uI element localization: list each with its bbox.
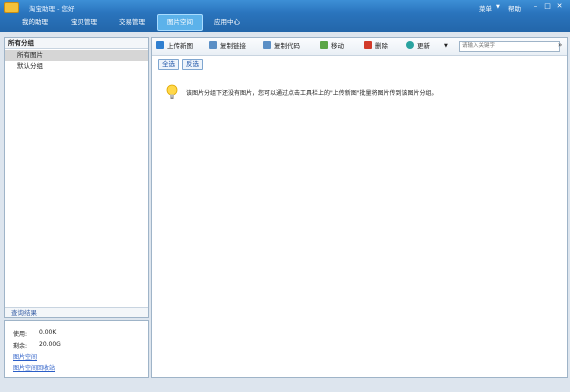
copy-code-label: 复制代码 (274, 42, 300, 50)
minimize-icon[interactable]: – (531, 2, 540, 10)
query-results-tab[interactable]: 查询结果 (5, 307, 148, 317)
move-label: 移动 (331, 42, 344, 50)
window-title: 淘宝助理 - 您好 (29, 5, 75, 13)
refresh-label: 更新 (417, 42, 430, 50)
maximize-icon[interactable]: □ (543, 2, 552, 10)
lightbulb-icon (166, 84, 178, 99)
tab-app-center[interactable]: 应用中心 (206, 15, 248, 30)
group-tree-panel: 所有分组 所有图片 默认分组 查询结果 (4, 37, 149, 318)
upload-label: 上传新图 (167, 42, 193, 50)
help-button[interactable]: 帮助 (508, 3, 521, 13)
copy-link-label: 复制链接 (220, 42, 246, 50)
toolbar-overflow-icon[interactable]: » (558, 41, 562, 49)
tab-trade-management[interactable]: 交易管理 (111, 15, 153, 30)
select-all-button[interactable]: 全选 (158, 59, 179, 70)
upload-button[interactable]: 上传新图 (156, 41, 193, 52)
delete-icon (364, 41, 372, 49)
used-label: 使用: (13, 331, 28, 338)
toolbar: 上传新图 复制链接 复制代码 移动 删除 更新 ▼ » (152, 38, 567, 56)
copy-code-icon (263, 41, 271, 49)
refresh-dropdown-icon[interactable]: ▼ (444, 41, 448, 52)
storage-usage-panel: 使用: 0.00K 剩余: 20.00G 图片空间 图片空间回收站 (4, 320, 149, 378)
main-nav: 我的助理 宝贝管理 交易管理 图片空间 应用中心 (0, 13, 570, 32)
tab-my-assistant[interactable]: 我的助理 (14, 15, 56, 30)
menu-button[interactable]: 菜单 (479, 3, 492, 13)
used-value: 0.00K (39, 329, 57, 336)
upload-icon (156, 41, 164, 49)
copy-code-button[interactable]: 复制代码 (263, 41, 300, 52)
app-logo-icon (4, 2, 19, 13)
copy-link-icon (209, 41, 217, 49)
move-button[interactable]: 移动 (320, 41, 344, 52)
search-input[interactable] (459, 41, 560, 52)
tab-image-space[interactable]: 图片空间 (157, 14, 203, 31)
recycle-bin-link[interactable]: 图片空间回收站 (13, 363, 55, 372)
empty-state: 该图片分组下还没有图片，您可以通过点击工具栏上的"上传新图"批量将图片传到该图片… (166, 84, 556, 100)
refresh-icon (406, 41, 414, 49)
image-space-link[interactable]: 图片空间 (13, 352, 37, 361)
empty-message: 该图片分组下还没有图片，您可以通过点击工具栏上的"上传新图"批量将图片传到该图片… (186, 90, 438, 97)
tree-item-default-group[interactable]: 默认分组 (5, 61, 148, 72)
remain-label: 剩余: (13, 343, 28, 350)
delete-button[interactable]: 删除 (364, 41, 388, 52)
tree-item-all-images[interactable]: 所有图片 (5, 50, 148, 61)
move-icon (320, 41, 328, 49)
image-panel: 上传新图 复制链接 复制代码 移动 删除 更新 ▼ » 全选 反选 该图片分组下… (151, 37, 568, 378)
delete-label: 删除 (375, 42, 388, 50)
refresh-button[interactable]: 更新 (406, 41, 430, 52)
copy-link-button[interactable]: 复制链接 (209, 41, 246, 52)
tab-item-management[interactable]: 宝贝管理 (63, 15, 105, 30)
invert-selection-button[interactable]: 反选 (182, 59, 203, 70)
menu-dropdown-icon[interactable]: ▼ (496, 4, 500, 10)
close-icon[interactable]: ✕ (555, 2, 564, 10)
title-bar: 淘宝助理 - 您好 菜单 ▼ 帮助 – □ ✕ (0, 0, 570, 13)
remain-value: 20.00G (39, 341, 61, 348)
tree-header[interactable]: 所有分组 (5, 38, 148, 49)
